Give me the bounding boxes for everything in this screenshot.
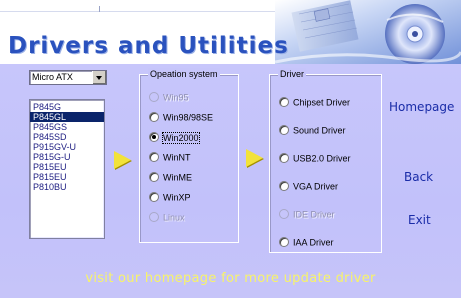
radio-button-icon[interactable]	[279, 152, 289, 163]
app-window: Drivers and Utilities Micro ATX P845G P84…	[0, 0, 461, 298]
chevron-down-icon[interactable]	[92, 71, 106, 84]
os-option: Win95	[149, 91, 189, 103]
exit-link[interactable]: Exit	[408, 213, 431, 227]
header-rule	[0, 11, 305, 12]
os-option-label: Win2000	[162, 131, 200, 144]
chipset-list-item[interactable]: P845G	[30, 102, 104, 112]
radio-button-icon	[149, 211, 159, 222]
driver-option-label: IAA Driver	[293, 237, 334, 248]
os-group-legend: Opeation system	[148, 68, 220, 80]
os-option[interactable]: WinME	[149, 171, 192, 183]
radio-button-icon[interactable]	[279, 124, 289, 135]
footer-message: visit our homepage for more update drive…	[85, 271, 376, 286]
radio-button-icon[interactable]	[149, 131, 159, 142]
arrow-right-icon	[114, 151, 131, 169]
board-type-value: Micro ATX	[32, 72, 73, 82]
chipset-list-item[interactable]: P845GL	[30, 112, 104, 122]
os-option-label: Linux	[163, 212, 185, 223]
homepage-link[interactable]: Homepage	[389, 100, 454, 114]
chipset-list-item[interactable]: P845SD	[30, 132, 104, 142]
radio-button-icon[interactable]	[279, 96, 289, 107]
os-option-label: WinNT	[163, 152, 191, 163]
radio-button-icon[interactable]	[149, 151, 159, 162]
driver-groupbox: Driver Chipset Driver Sound Driver USB2.0 …	[269, 68, 382, 253]
os-option: Linux	[149, 211, 185, 223]
chipset-listbox[interactable]: P845G P845GL P845GS P845SD P915GV-U P815G-U P8…	[29, 99, 105, 239]
radio-button-icon[interactable]	[279, 180, 289, 191]
driver-option-label: Sound Driver	[293, 125, 346, 136]
radio-button-icon[interactable]	[149, 111, 159, 122]
os-option[interactable]: WinXP	[149, 191, 191, 203]
os-option[interactable]: WinNT	[149, 151, 191, 163]
chipset-list-item[interactable]: P815G-U	[30, 152, 104, 162]
driver-option[interactable]: Sound Driver	[279, 124, 346, 136]
radio-button-icon[interactable]	[149, 171, 159, 182]
arrow-right-icon	[246, 149, 263, 167]
radio-button-icon	[149, 91, 159, 102]
banner-art-image	[275, 0, 461, 66]
driver-option-label: IDE Driver	[293, 209, 335, 220]
driver-option: IDE Driver	[279, 208, 335, 220]
driver-option-label: VGA Driver	[293, 181, 339, 192]
chipset-list-item[interactable]: P815EU	[30, 172, 104, 182]
back-link[interactable]: Back	[404, 170, 433, 184]
chipset-list-item[interactable]: P810BU	[30, 182, 104, 192]
driver-option-label: Chipset Driver	[293, 97, 351, 108]
header-tick	[99, 6, 100, 12]
main-panel: Micro ATX P845G P845GL P845GS P845SD P915GV-…	[0, 64, 461, 298]
os-option-label: Win98/98SE	[163, 112, 214, 123]
driver-option[interactable]: VGA Driver	[279, 180, 338, 192]
chipset-list-item[interactable]: P915GV-U	[30, 142, 104, 152]
os-option[interactable]: Win98/98SE	[149, 111, 213, 123]
driver-option-label: USB2.0 Driver	[293, 153, 351, 164]
driver-option[interactable]: USB2.0 Driver	[279, 152, 351, 164]
radio-button-icon[interactable]	[149, 191, 159, 202]
os-option-label: WinXP	[163, 192, 191, 203]
chipset-list-item[interactable]: P815EU	[30, 162, 104, 172]
os-option-label: WinME	[163, 172, 192, 183]
os-option[interactable]: Win2000	[149, 131, 200, 144]
driver-option[interactable]: Chipset Driver	[279, 96, 350, 108]
page-title: Drivers and Utilities	[8, 33, 289, 59]
driver-group-legend: Driver	[278, 68, 306, 80]
radio-button-icon[interactable]	[279, 236, 289, 247]
os-groupbox: Opeation system Win95 Win98/98SE Win2000 Wi…	[139, 68, 239, 243]
board-type-dropdown[interactable]: Micro ATX	[29, 70, 107, 85]
radio-button-icon	[279, 208, 289, 219]
header-banner: Drivers and Utilities	[0, 0, 461, 66]
os-option-label: Win95	[163, 92, 189, 103]
driver-option[interactable]: IAA Driver	[279, 236, 334, 248]
chipset-list-item[interactable]: P845GS	[30, 122, 104, 132]
